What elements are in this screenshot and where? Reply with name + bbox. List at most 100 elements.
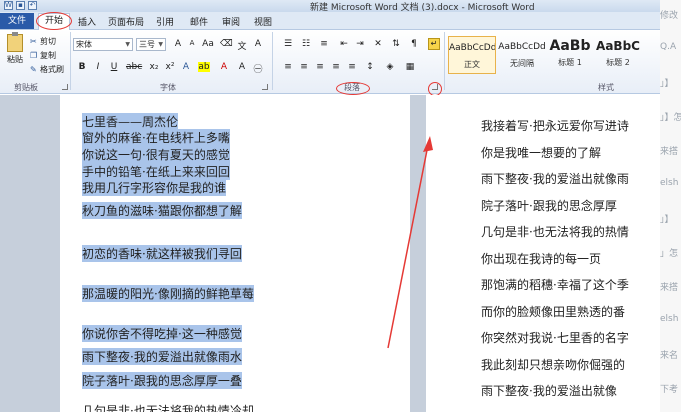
- doc-line: 而你的脸颊像田里熟透的番: [481, 304, 626, 319]
- doc-line: 初恋的香味·就这样被我们寻回: [82, 245, 242, 262]
- tab-page-layout[interactable]: 页面布局: [108, 15, 144, 28]
- quick-access-toolbar: W ▪ ↶: [4, 1, 37, 10]
- increase-indent-icon[interactable]: ⇥: [354, 39, 366, 49]
- doc-line: 你是我唯一想要的了解: [481, 145, 602, 160]
- change-case-icon[interactable]: Aa: [202, 39, 214, 49]
- doc-line: 你突然对我说·七里香的名字: [481, 331, 629, 345]
- document-page-left[interactable]: 七里香——周杰伦 窗外的麻雀·在电线杆上多嘴 你说这一句·很有夏天的感觉 手中的铅笔·…: [60, 95, 410, 412]
- underline-icon[interactable]: U: [108, 62, 120, 72]
- font-launcher-icon[interactable]: [262, 84, 268, 90]
- enclose-char-icon[interactable]: ㊀: [252, 62, 264, 75]
- title-bar: W ▪ ↶ 新建 Microsoft Word 文档 (3).docx - Mi…: [0, 0, 660, 13]
- shading-icon[interactable]: ◈: [384, 62, 396, 72]
- justify-icon[interactable]: ≡: [330, 62, 342, 72]
- tab-review[interactable]: 审阅: [222, 15, 240, 28]
- paste-button[interactable]: 粘贴: [4, 32, 26, 74]
- borders-icon[interactable]: ▦: [404, 62, 416, 72]
- paragraph-launcher-icon[interactable]: [432, 84, 438, 90]
- distributed-icon[interactable]: ≡: [346, 62, 358, 72]
- font-color-icon[interactable]: A: [218, 62, 230, 72]
- bold-icon[interactable]: B: [76, 62, 88, 72]
- clear-format-icon[interactable]: ⌫: [220, 39, 233, 49]
- tab-home[interactable]: 开始: [38, 13, 70, 30]
- numbering-icon[interactable]: ☷: [300, 39, 312, 49]
- line-spacing-icon[interactable]: ↕: [364, 62, 376, 72]
- doc-line: 你说你舍不得吃掉·这一种感觉: [82, 325, 242, 342]
- font-name-select[interactable]: 宋体 ▼: [73, 38, 133, 51]
- font-name-value: 宋体: [76, 40, 92, 49]
- group-separator: [272, 32, 273, 90]
- save-icon[interactable]: ▪: [16, 1, 25, 10]
- style-normal-sample: AaBbCcDd: [449, 43, 495, 53]
- char-border-icon[interactable]: A: [252, 39, 264, 49]
- doc-line: 窗外的麻雀·在电线杆上多嘴: [82, 129, 230, 146]
- cut-button[interactable]: ✂ 剪切: [30, 36, 56, 47]
- style-no-spacing-name: 无间隔: [510, 59, 534, 68]
- copy-label: 复制: [40, 51, 56, 60]
- ribbon: 粘贴 ✂ 剪切 ❐ 复制 ✎ 格式刷 剪贴板 宋体 ▼ 三号 ▼ A A Aa …: [0, 30, 660, 94]
- background-text: 」怎: [660, 249, 679, 259]
- doc-line: 几句是非·也无法将我的热情冷却: [82, 404, 254, 412]
- sort-icon[interactable]: ⇅: [390, 39, 402, 49]
- doc-line: 雨下整夜·我的爱溢出就像: [481, 384, 617, 398]
- brush-icon: ✎: [30, 64, 37, 74]
- document-workspace: 七里香——周杰伦 窗外的麻雀·在电线杆上多嘴 你说这一句·很有夏天的感觉 手中的铅笔·…: [0, 95, 660, 412]
- align-right-icon[interactable]: ≡: [314, 62, 326, 72]
- style-heading-2-name: 标题 2: [606, 58, 630, 67]
- background-text: 」】: [660, 79, 674, 89]
- superscript-icon[interactable]: x²: [164, 62, 176, 72]
- style-heading-2[interactable]: AaBbC 标题 2: [594, 36, 642, 74]
- decrease-indent-icon[interactable]: ⇤: [338, 39, 350, 49]
- doc-line: 几句是非·也无法将我的热情: [481, 225, 629, 239]
- style-heading-1-name: 标题 1: [558, 58, 582, 67]
- style-no-spacing[interactable]: AaBbCcDd 无间隔: [498, 36, 546, 74]
- shrink-font-icon[interactable]: A: [186, 39, 198, 47]
- style-heading-1[interactable]: AaBb 标题 1: [546, 36, 594, 74]
- doc-line: 那温暖的阳光·像刚摘的鲜艳草莓: [82, 285, 254, 302]
- clipboard-launcher-icon[interactable]: [62, 84, 68, 90]
- tab-view[interactable]: 视图: [254, 15, 272, 28]
- show-marks-icon[interactable]: ¶: [408, 39, 420, 49]
- tab-references[interactable]: 引用: [156, 15, 174, 28]
- scissors-icon: ✂: [30, 36, 37, 46]
- multilevel-list-icon[interactable]: ≡: [318, 39, 330, 49]
- align-left-icon[interactable]: ≡: [282, 62, 294, 72]
- align-center-icon[interactable]: ≡: [298, 62, 310, 72]
- font-size-select[interactable]: 三号 ▼: [136, 38, 166, 51]
- copy-button[interactable]: ❐ 复制: [30, 50, 56, 61]
- word-logo-icon: W: [4, 1, 13, 10]
- background-text: 来搭: [660, 283, 679, 293]
- style-no-spacing-sample: AaBbCcDd: [498, 42, 546, 52]
- subscript-icon[interactable]: x₂: [148, 62, 160, 72]
- italic-icon[interactable]: I: [92, 62, 104, 72]
- tab-insert[interactable]: 插入: [78, 15, 96, 28]
- style-normal[interactable]: AaBbCcDd 正文: [448, 36, 496, 74]
- tab-file[interactable]: 文件: [0, 13, 34, 29]
- text-effects-icon[interactable]: A: [180, 62, 192, 72]
- background-text: 」】怎: [660, 113, 681, 123]
- doc-line: 你出现在我诗的每一页: [481, 251, 602, 266]
- paragraph-mark-toggle-icon[interactable]: ↵: [428, 38, 440, 50]
- tab-mailings[interactable]: 邮件: [190, 15, 208, 28]
- style-heading-1-sample: AaBb: [549, 38, 591, 54]
- highlight-color-icon[interactable]: ab: [198, 62, 210, 72]
- chinese-layout-icon[interactable]: ✕: [372, 39, 384, 49]
- group-separator: [444, 32, 445, 90]
- format-painter-button[interactable]: ✎ 格式刷: [30, 64, 64, 75]
- doc-line: 你说这一句·很有夏天的感觉: [82, 146, 230, 163]
- document-page-right[interactable]: 我接着写·把永远爱你写进诗 你是我唯一想要的了解 雨下整夜·我的爱溢出就像雨 院子落叶…: [426, 95, 660, 412]
- phonetic-guide-icon[interactable]: 文: [236, 39, 248, 52]
- group-separator: [70, 32, 71, 90]
- char-shading-icon[interactable]: A: [236, 62, 248, 72]
- bullets-icon[interactable]: ☰: [282, 39, 294, 49]
- strikethrough-icon[interactable]: abc: [126, 62, 142, 72]
- doc-line: 七里香——周杰伦: [82, 113, 179, 130]
- font-size-value: 三号: [139, 40, 155, 49]
- font-group-label: 字体: [160, 83, 176, 92]
- grow-font-icon[interactable]: A: [172, 39, 184, 49]
- background-strip: 修改 Q.A」】 」】怎 来搭 elsh」】 」怎 来搭 elsh 来名 下考: [660, 0, 681, 412]
- undo-icon[interactable]: ↶: [28, 1, 37, 10]
- paste-icon: [7, 32, 23, 52]
- style-normal-name: 正文: [464, 60, 480, 69]
- background-text: elsh: [660, 314, 679, 324]
